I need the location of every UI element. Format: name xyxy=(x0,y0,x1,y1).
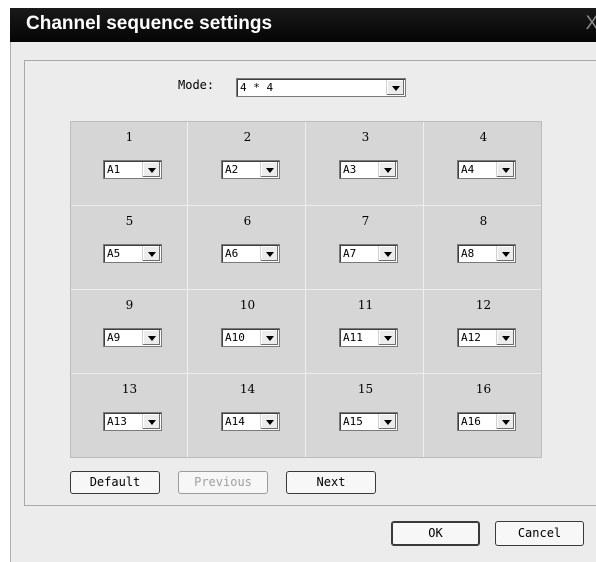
cell-number: 8 xyxy=(479,214,488,228)
cell-number: 15 xyxy=(357,382,374,396)
channel-grid: 1 A1 2 A2 3 A3 4 A4 5 A5 6 A6 7 A7 8 A8 … xyxy=(70,121,542,458)
default-button[interactable]: Default xyxy=(70,471,160,494)
cell-number: 13 xyxy=(121,382,138,396)
channel-cell: 2 A2 xyxy=(189,122,306,206)
mode-select[interactable]: 4 * 4 xyxy=(236,78,406,97)
channel-cell: 6 A6 xyxy=(189,206,306,290)
channel-value: A3 xyxy=(343,163,357,176)
channel-select[interactable]: A10 xyxy=(221,328,280,347)
cell-number: 6 xyxy=(243,214,252,228)
channel-cell: 4 A4 xyxy=(425,122,542,206)
chevron-down-icon[interactable] xyxy=(496,414,514,429)
channel-cell: 5 A5 xyxy=(71,206,188,290)
channel-select[interactable]: A1 xyxy=(103,160,162,179)
chevron-down-icon[interactable] xyxy=(260,330,278,345)
chevron-down-icon[interactable] xyxy=(142,246,160,261)
cell-number: 12 xyxy=(475,298,492,312)
channel-cell: 15 A15 xyxy=(307,374,424,458)
cancel-button[interactable]: Cancel xyxy=(495,521,584,546)
channel-cell: 1 A1 xyxy=(71,122,188,206)
ok-button[interactable]: OK xyxy=(391,521,480,546)
channel-select[interactable]: A11 xyxy=(339,328,398,347)
chevron-down-icon[interactable] xyxy=(378,414,396,429)
channel-cell: 12 A12 xyxy=(425,290,542,374)
channel-value: A7 xyxy=(343,247,357,260)
channel-select[interactable]: A9 xyxy=(103,328,162,347)
chevron-down-icon[interactable] xyxy=(386,80,404,95)
chevron-down-icon[interactable] xyxy=(378,330,396,345)
channel-cell: 3 A3 xyxy=(307,122,424,206)
chevron-down-icon[interactable] xyxy=(496,246,514,261)
channel-value: A16 xyxy=(461,415,481,428)
cell-number: 3 xyxy=(361,130,370,144)
channel-cell: 14 A14 xyxy=(189,374,306,458)
cell-number: 10 xyxy=(239,298,256,312)
channel-value: A4 xyxy=(461,163,475,176)
mode-label: Mode: xyxy=(178,78,215,92)
channel-value: A12 xyxy=(461,331,481,344)
cell-number: 2 xyxy=(243,130,252,144)
channel-select[interactable]: A12 xyxy=(457,328,516,347)
cell-number: 4 xyxy=(479,130,488,144)
channel-select[interactable]: A8 xyxy=(457,244,516,263)
channel-value: A8 xyxy=(461,247,475,260)
cell-number: 9 xyxy=(125,298,134,312)
chevron-down-icon[interactable] xyxy=(142,162,160,177)
channel-value: A10 xyxy=(225,331,245,344)
channel-value: A13 xyxy=(107,415,127,428)
channel-cell: 9 A9 xyxy=(71,290,188,374)
cell-number: 7 xyxy=(361,214,370,228)
next-button[interactable]: Next xyxy=(286,471,376,494)
channel-value: A1 xyxy=(107,163,121,176)
channel-select[interactable]: A4 xyxy=(457,160,516,179)
channel-select[interactable]: A15 xyxy=(339,412,398,431)
channel-cell: 11 A11 xyxy=(307,290,424,374)
channel-value: A6 xyxy=(225,247,239,260)
chevron-down-icon[interactable] xyxy=(378,246,396,261)
cell-number: 16 xyxy=(475,382,492,396)
chevron-down-icon[interactable] xyxy=(142,414,160,429)
channel-cell: 10 A10 xyxy=(189,290,306,374)
channel-select[interactable]: A5 xyxy=(103,244,162,263)
close-icon[interactable]: X xyxy=(582,12,596,36)
chevron-down-icon[interactable] xyxy=(260,162,278,177)
channel-select[interactable]: A14 xyxy=(221,412,280,431)
previous-button[interactable]: Previous xyxy=(178,471,268,494)
channel-value: A14 xyxy=(225,415,245,428)
channel-cell: 16 A16 xyxy=(425,374,542,458)
channel-select[interactable]: A3 xyxy=(339,160,398,179)
channel-cell: 7 A7 xyxy=(307,206,424,290)
cell-number: 5 xyxy=(125,214,134,228)
channel-select[interactable]: A2 xyxy=(221,160,280,179)
cell-number: 14 xyxy=(239,382,256,396)
dialog-title: Channel sequence settings xyxy=(26,13,273,34)
channel-cell: 13 A13 xyxy=(71,374,188,458)
channel-value: A11 xyxy=(343,331,363,344)
chevron-down-icon[interactable] xyxy=(260,246,278,261)
chevron-down-icon[interactable] xyxy=(142,330,160,345)
chevron-down-icon[interactable] xyxy=(378,162,396,177)
chevron-down-icon[interactable] xyxy=(260,414,278,429)
chevron-down-icon[interactable] xyxy=(496,330,514,345)
channel-value: A15 xyxy=(343,415,363,428)
mode-value: 4 * 4 xyxy=(240,81,274,94)
channel-select[interactable]: A13 xyxy=(103,412,162,431)
channel-cell: 8 A8 xyxy=(425,206,542,290)
chevron-down-icon[interactable] xyxy=(496,162,514,177)
channel-select[interactable]: A6 xyxy=(221,244,280,263)
cell-number: 1 xyxy=(125,130,134,144)
channel-value: A5 xyxy=(107,247,121,260)
channel-select[interactable]: A16 xyxy=(457,412,516,431)
channel-select[interactable]: A7 xyxy=(339,244,398,263)
title-bar: Channel sequence settings X xyxy=(10,8,596,42)
cell-number: 11 xyxy=(357,298,374,312)
channel-value: A9 xyxy=(107,331,121,344)
channel-value: A2 xyxy=(225,163,239,176)
